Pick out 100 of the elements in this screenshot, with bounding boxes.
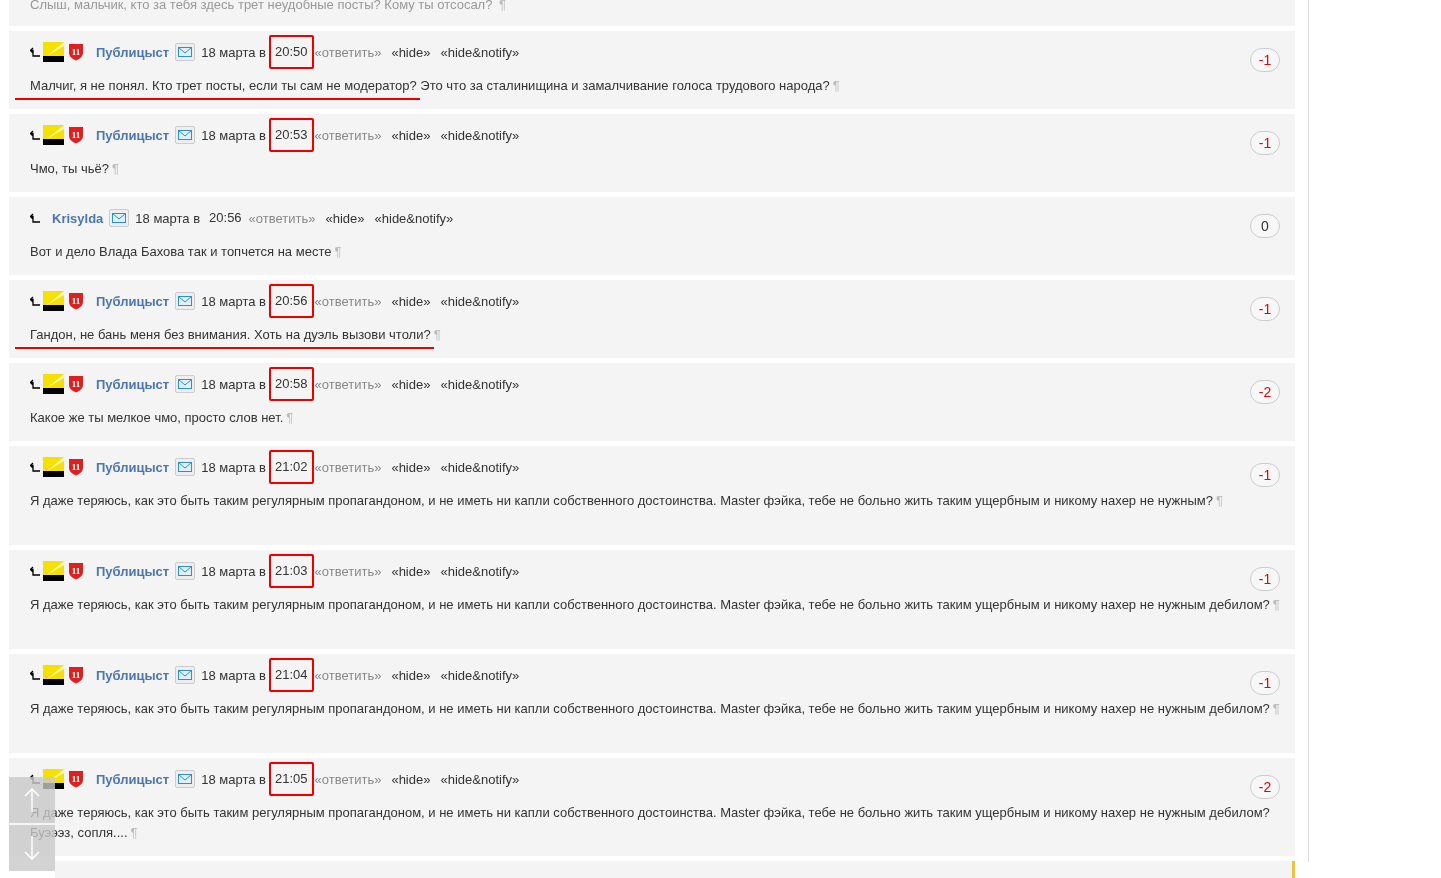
score-badge: -2 <box>1250 775 1280 799</box>
shield-icon: 11 <box>68 770 84 788</box>
author-link[interactable]: Krisylda <box>52 210 104 226</box>
shield-icon: 11 <box>68 666 84 684</box>
shield-icon: 11 <box>68 375 84 393</box>
pilcrow-mark: ¶ <box>1272 597 1280 612</box>
comment-text: Какое же ты мелкое чмо, просто слов нет. <box>30 410 284 425</box>
comment-text: Гандон, не бань меня без внимания. Хоть на дуэль вызови чтоли? <box>30 327 431 342</box>
hide-link[interactable]: «hide» <box>391 127 431 143</box>
comment-date: 18 марта в <box>201 127 266 143</box>
reply-arrow-icon <box>30 47 40 57</box>
pilcrow-mark: ¶ <box>433 327 441 342</box>
reply-arrow-icon <box>30 213 40 223</box>
camera-brand-icon <box>43 42 64 62</box>
message-button[interactable] <box>109 209 130 227</box>
author-link[interactable]: Публицыст <box>96 293 170 309</box>
comment-time: 20:56 <box>208 209 243 227</box>
author-link[interactable]: Публицыст <box>96 771 170 787</box>
score-badge: -1 <box>1250 463 1280 487</box>
camera-brand-icon <box>43 665 64 685</box>
comment-time: 21:02 <box>269 450 314 484</box>
author-link[interactable]: Публицыст <box>96 44 170 60</box>
comment-date: 18 марта в <box>201 376 266 392</box>
comment-time: 21:05 <box>269 762 314 796</box>
comment-text: Чмо, ты чьё? <box>30 161 109 176</box>
shield-icon: 11 <box>68 126 84 144</box>
hide-notify-link[interactable]: «hide&notify» <box>440 293 520 309</box>
hide-notify-link[interactable]: «hide&notify» <box>440 667 520 683</box>
hide-notify-link[interactable]: «hide&notify» <box>440 771 520 787</box>
author-link[interactable]: Публицыст <box>96 459 170 475</box>
comment-date: 18 марта в <box>201 771 266 787</box>
score-badge: 0 <box>1250 214 1280 238</box>
hide-notify-link[interactable]: «hide&notify» <box>440 459 520 475</box>
author-link[interactable]: Публицыст <box>96 376 170 392</box>
camera-brand-icon <box>43 291 64 311</box>
message-button[interactable] <box>175 770 196 788</box>
comment-date: 18 марта в <box>201 293 266 309</box>
pilcrow-mark: ¶ <box>1272 701 1280 716</box>
score-badge: -1 <box>1250 567 1280 591</box>
author-link[interactable]: Публицыст <box>96 563 170 579</box>
comment-text: Я даже теряюсь, как это быть таким регулярным пропагандоном, и не иметь ни капли собственного достоинства. Master фэйка, тебе не больно жить таким ущербным и никому нахер не нужным дебилом? <box>30 701 1270 716</box>
comment-time: 21:03 <box>269 554 314 588</box>
message-button[interactable] <box>175 666 196 684</box>
comment-time: 21:04 <box>269 658 314 692</box>
comment-date: 18 марта в <box>201 667 266 683</box>
camera-brand-icon <box>43 125 64 145</box>
hide-link[interactable]: «hide» <box>391 563 431 579</box>
reply-arrow-icon <box>30 296 40 306</box>
comment-time: 20:53 <box>269 118 314 152</box>
shield-icon: 11 <box>68 43 84 61</box>
score-badge: -1 <box>1250 671 1280 695</box>
message-button[interactable] <box>175 562 196 580</box>
hide-notify-link[interactable]: «hide&notify» <box>374 210 454 226</box>
score-badge: -1 <box>1250 297 1280 321</box>
reply-arrow-icon <box>30 566 40 576</box>
hide-notify-link[interactable]: «hide&notify» <box>440 127 520 143</box>
pilcrow-mark: ¶ <box>499 0 507 12</box>
hide-notify-link[interactable]: «hide&notify» <box>440 44 520 60</box>
comment-date: 18 марта в <box>201 563 266 579</box>
message-button[interactable] <box>175 375 196 393</box>
comment-time: 20:50 <box>269 35 314 69</box>
pilcrow-mark: ¶ <box>334 244 342 259</box>
shield-icon: 11 <box>68 458 84 476</box>
pilcrow-mark: ¶ <box>112 161 119 176</box>
comment-time: 20:56 <box>269 284 314 318</box>
score-badge: -1 <box>1250 48 1280 72</box>
comment-time: 20:58 <box>269 367 314 401</box>
hide-link[interactable]: «hide» <box>391 771 431 787</box>
pilcrow-mark: ¶ <box>1215 493 1223 508</box>
message-button[interactable] <box>175 292 196 310</box>
pilcrow-mark: ¶ <box>286 410 294 425</box>
hide-notify-link[interactable]: «hide&notify» <box>440 563 520 579</box>
score-badge: -2 <box>1250 380 1280 404</box>
comment-date: 18 марта в <box>201 459 266 475</box>
hide-link[interactable]: «hide» <box>391 44 431 60</box>
pilcrow-mark: ¶ <box>832 78 840 93</box>
comment-date: 18 марта в <box>201 44 266 60</box>
author-link[interactable]: Публицыст <box>96 127 170 143</box>
message-button[interactable] <box>175 43 196 61</box>
hide-link[interactable]: «hide» <box>325 210 365 226</box>
hide-link[interactable]: «hide» <box>391 459 431 475</box>
hide-link[interactable]: «hide» <box>391 293 431 309</box>
hide-link[interactable]: «hide» <box>391 667 431 683</box>
hide-notify-link[interactable]: «hide&notify» <box>440 376 520 392</box>
camera-brand-icon <box>43 457 64 477</box>
message-button[interactable] <box>175 126 196 144</box>
comment-text: Слыш, мальчик, кто за тебя здесь трет неудобные посты? Кому ты отсосал? <box>30 0 493 12</box>
reply-arrow-icon <box>30 379 40 389</box>
comment-text: Я даже теряюсь, как это быть таким регулярным пропагандоном, и не иметь ни капли собственного достоинства. Master фэйка, тебе не больно жить таким ущербным и никому нахер не нужным дебилом? <box>30 597 1270 612</box>
score-badge: -1 <box>1250 131 1280 155</box>
message-button[interactable] <box>175 458 196 476</box>
shield-icon: 11 <box>68 562 84 580</box>
hide-link[interactable]: «hide» <box>391 376 431 392</box>
comment-date: 18 марта в <box>135 210 201 226</box>
reply-arrow-icon <box>30 462 40 472</box>
camera-brand-icon <box>43 374 64 394</box>
author-link[interactable]: Публицыст <box>96 667 170 683</box>
reply-arrow-icon <box>30 130 40 140</box>
shield-icon: 11 <box>68 292 84 310</box>
comment-text: Малчиг, я не понял. Кто трет посты, если ты сам не модератор? <box>30 78 417 93</box>
